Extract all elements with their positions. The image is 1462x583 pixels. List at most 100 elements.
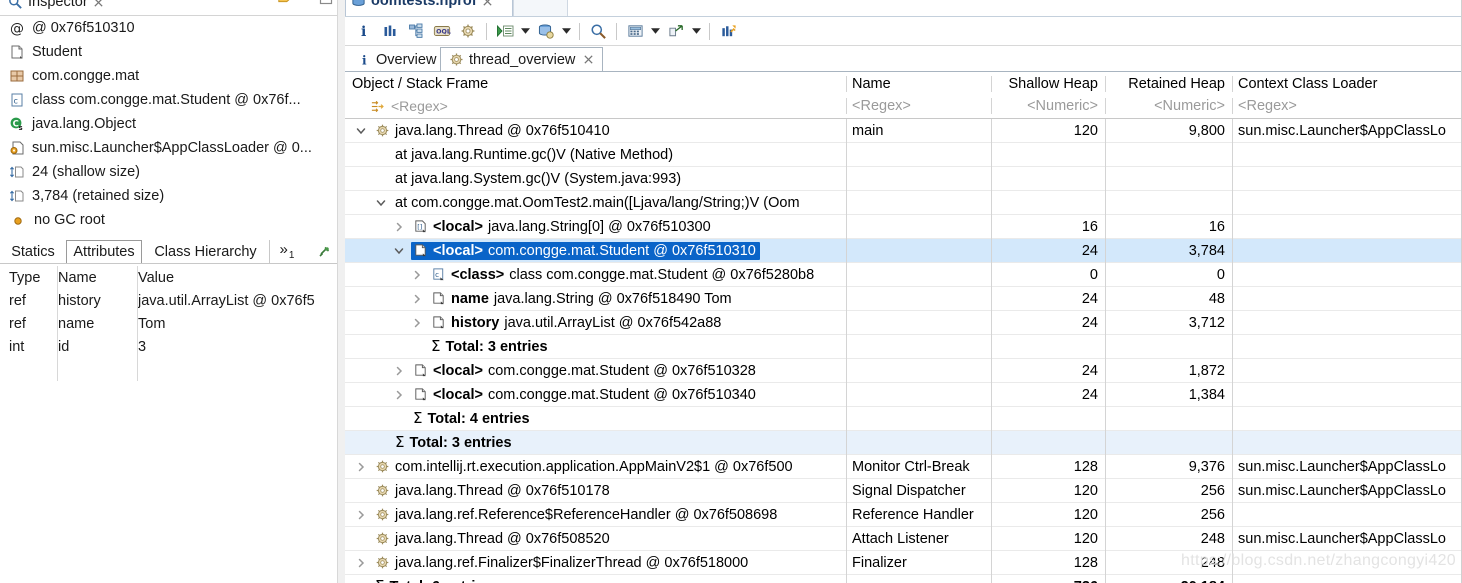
dominator-tree-icon[interactable] (403, 19, 429, 43)
table-row[interactable]: at java.lang.System.gc()V (System.java:9… (345, 167, 1462, 191)
inspector-entry-gc-root[interactable]: no GC root (0, 208, 340, 232)
table-row[interactable]: name java.lang.String @ 0x76f518490 Tom2… (345, 287, 1462, 311)
twisty-right-icon[interactable] (391, 222, 406, 232)
table-row[interactable]: java.lang.ref.Reference$ReferenceHandler… (345, 503, 1462, 527)
table-row[interactable]: java.lang.Thread @ 0x76f510410main1209,8… (345, 119, 1462, 143)
pin-icon[interactable] (277, 0, 293, 6)
table-row[interactable]: <local> com.congge.mat.Student @ 0x76f51… (345, 383, 1462, 407)
subtab-attributes[interactable]: Attributes (66, 240, 142, 264)
column-header-type[interactable]: Type (0, 270, 58, 286)
column-header-retained-heap[interactable]: Retained Heap (1105, 76, 1232, 92)
twisty-right-icon[interactable] (409, 294, 424, 304)
export-dropdown-icon[interactable] (689, 19, 704, 43)
inspector-tab[interactable]: Inspector (8, 0, 104, 10)
table-row[interactable]: ΣTotal: 3 entries (345, 335, 1462, 359)
inspector-entry-retained-size[interactable]: 3,784 (retained size) (0, 184, 340, 208)
twisty-right-icon[interactable] (353, 558, 368, 568)
oql-icon[interactable]: OQL (429, 19, 455, 43)
run-query-dropdown-icon[interactable] (518, 19, 533, 43)
inspector-entry-classname[interactable]: Student (0, 40, 340, 64)
table-row[interactable]: c<class> class com.congge.mat.Student @ … (345, 263, 1462, 287)
table-row[interactable]: <local> com.congge.mat.Student @ 0x76f51… (345, 359, 1462, 383)
filter-object-stack-frame[interactable]: <Regex> (345, 98, 846, 114)
twisty-right-icon[interactable] (391, 366, 406, 376)
table-row[interactable]: ΣTotal: 6 entries73620,184 (345, 575, 1462, 583)
twisty-right-icon[interactable] (391, 390, 406, 400)
table-row[interactable]: java.lang.ref.Finalizer$FinalizerThread … (345, 551, 1462, 575)
cell-object-stack-frame: ΣTotal: 4 entries (345, 407, 846, 431)
column-header-object-stack-frame[interactable]: Object / Stack Frame (345, 76, 846, 92)
subtab-statics[interactable]: Statics (0, 240, 67, 264)
table-row[interactable]: []<local> java.lang.String[0] @ 0x76f510… (345, 215, 1462, 239)
inspector-entry-shallow-size[interactable]: 24 (shallow size) (0, 160, 340, 184)
cell-shallow-heap: 24 (991, 239, 1105, 263)
attributes-row[interactable]: ref history java.util.ArrayList @ 0x76f5 (0, 289, 345, 312)
table-row[interactable]: <local> com.congge.mat.Student @ 0x76f51… (345, 239, 1462, 263)
table-row[interactable]: at java.lang.Runtime.gc()V (Native Metho… (345, 143, 1462, 167)
editor-tab-oomtests[interactable]: oomtests.hprof (351, 0, 493, 9)
query-browser-icon[interactable] (533, 19, 559, 43)
filter-retained-heap[interactable]: <Numeric> (1105, 98, 1232, 114)
attribute-value: 3 (138, 339, 345, 355)
cell-context-class-loader (1232, 359, 1462, 383)
column-header-name[interactable]: Name (846, 76, 991, 92)
cell-context-class-loader (1232, 407, 1462, 431)
column-header-shallow-heap[interactable]: Shallow Heap (991, 76, 1105, 92)
thread-overview-icon[interactable] (455, 19, 481, 43)
cell-object-label-bold: Total: 3 entries (445, 339, 547, 355)
column-header-context-class-loader[interactable]: Context Class Loader (1232, 76, 1462, 92)
column-header-value[interactable]: Value (138, 270, 345, 286)
panel-divider[interactable] (337, 0, 345, 583)
subtab-overflow[interactable]: » 1 (270, 240, 304, 264)
calculator-dropdown-icon[interactable] (648, 19, 663, 43)
toolbar-separator (579, 23, 580, 40)
subtab-class-hierarchy[interactable]: Class Hierarchy (142, 240, 270, 264)
minimize-icon[interactable] (319, 0, 333, 5)
filter-shallow-heap[interactable]: <Numeric> (991, 98, 1105, 114)
inspector-entry-package[interactable]: com.congge.mat (0, 64, 340, 88)
twisty-down-icon[interactable] (391, 246, 406, 256)
chart-icon[interactable] (715, 19, 741, 43)
twisty-right-icon[interactable] (409, 270, 424, 280)
export-icon[interactable] (663, 19, 689, 43)
inspector-entry-superclass[interactable]: C s java.lang.Object (0, 112, 340, 136)
overview-icon[interactable]: i (351, 19, 377, 43)
twisty-down-icon[interactable] (353, 126, 368, 136)
tab-thread-overview[interactable]: thread_overview (440, 47, 603, 72)
heap-dump-icon (351, 0, 366, 9)
twisty-right-icon[interactable] (409, 318, 424, 328)
twisty-down-icon[interactable] (373, 198, 388, 208)
inspector-entry-classloader[interactable]: sun.misc.Launcher$AppClassLoader @ 0... (0, 136, 340, 160)
table-row[interactable]: java.lang.Thread @ 0x76f508520Attach Lis… (345, 527, 1462, 551)
thread-icon (375, 123, 390, 138)
table-row[interactable]: at com.congge.mat.OomTest2.main([Ljava/l… (345, 191, 1462, 215)
cell-shallow-heap (991, 143, 1105, 167)
cell-name (846, 431, 991, 455)
twisty-right-icon[interactable] (353, 462, 368, 472)
gc-root-icon (9, 214, 24, 226)
table-row[interactable]: java.lang.Thread @ 0x76f510178Signal Dis… (345, 479, 1462, 503)
inspector-entry-address[interactable]: @ @ 0x76f510310 (0, 16, 340, 40)
table-row[interactable]: ΣTotal: 3 entries (345, 431, 1462, 455)
twisty-right-icon[interactable] (353, 510, 368, 520)
calculator-icon[interactable] (622, 19, 648, 43)
pin-view-button[interactable] (308, 240, 340, 264)
instance-icon (413, 243, 428, 258)
search-icon[interactable] (585, 19, 611, 43)
attributes-row[interactable]: int id 3 (0, 335, 345, 358)
filter-name[interactable]: <Regex> (846, 98, 991, 114)
attributes-row[interactable]: ref name Tom (0, 312, 345, 335)
table-row[interactable]: com.intellij.rt.execution.application.Ap… (345, 455, 1462, 479)
histogram-icon[interactable] (377, 19, 403, 43)
run-query-icon[interactable] (492, 19, 518, 43)
inspector-entry-class[interactable]: c class com.congge.mat.Student @ 0x76f..… (0, 88, 340, 112)
table-row[interactable]: history java.util.ArrayList @ 0x76f542a8… (345, 311, 1462, 335)
close-icon[interactable] (93, 0, 104, 8)
table-row[interactable]: ΣTotal: 4 entries (345, 407, 1462, 431)
column-header-name[interactable]: Name (58, 270, 138, 286)
tab-overview[interactable]: i Overview (349, 47, 444, 72)
query-browser-dropdown-icon[interactable] (559, 19, 574, 43)
close-icon[interactable] (583, 54, 594, 65)
filter-context-class-loader[interactable]: <Regex> (1232, 98, 1462, 114)
close-icon[interactable] (482, 0, 493, 7)
